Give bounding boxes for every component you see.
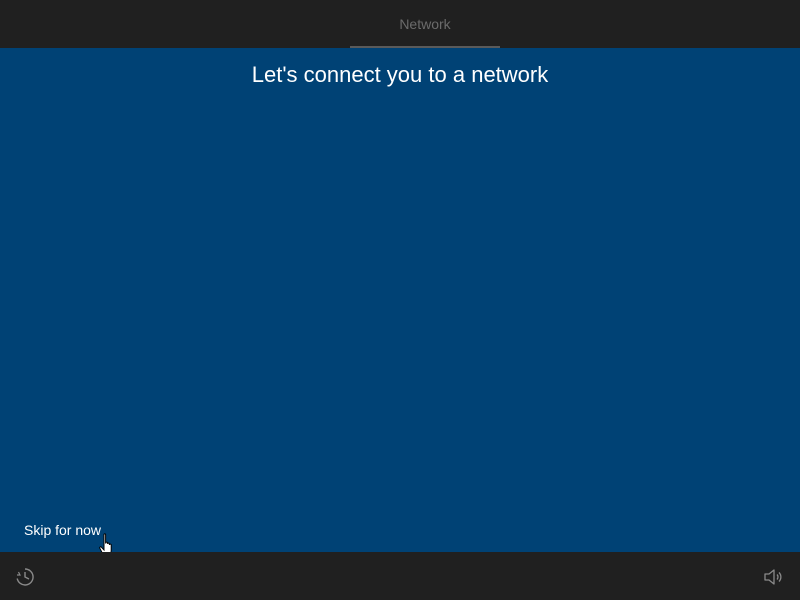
ease-of-access-icon[interactable] <box>14 566 36 588</box>
page-title: Let's connect you to a network <box>251 62 549 87</box>
main-panel: Let's connect you to a network Skip for … <box>0 48 800 552</box>
top-bar: Network <box>0 0 800 48</box>
volume-icon[interactable] <box>762 566 784 588</box>
bottom-bar <box>0 552 800 600</box>
tab-network: Network <box>350 0 500 48</box>
skip-for-now-link[interactable]: Skip for now <box>24 522 101 538</box>
